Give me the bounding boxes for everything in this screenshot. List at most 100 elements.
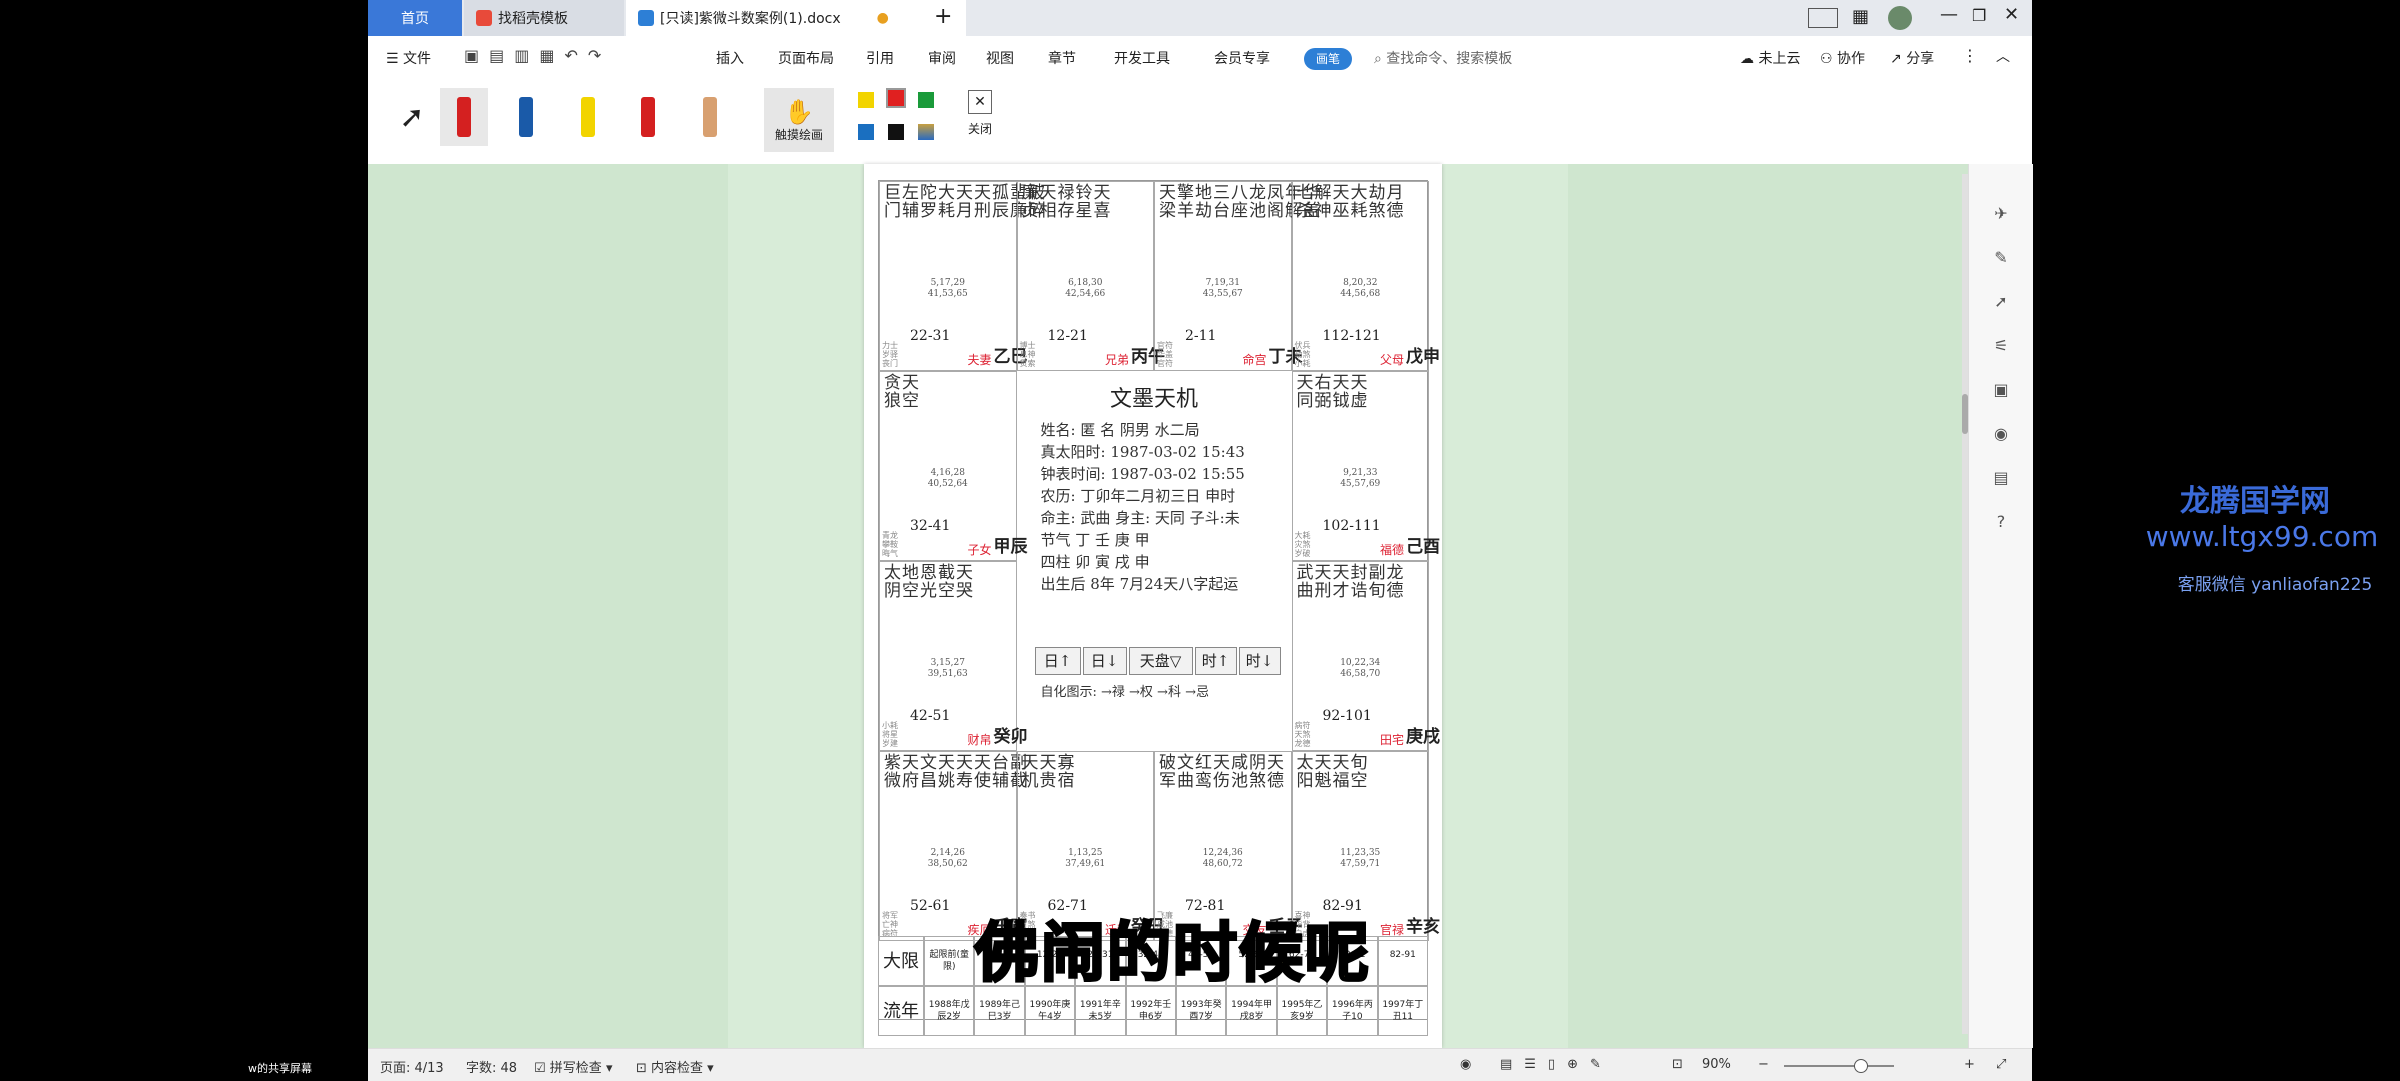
palace-stars: 太天天旬 阳魁福空 <box>1296 753 1369 791</box>
self-transform-legend: 自化图示: →禄 →权 →科 →忌 <box>1040 685 1209 700</box>
menu-review[interactable]: 审阅 <box>928 48 956 68</box>
blue-pen[interactable] <box>502 88 550 146</box>
status-bar: 页面: 4/13 字数: 48 ☑ 拼写检查 ▾ ⊡ 内容检查 ▾ ◉ ▤☰▯⊕… <box>368 1048 2032 1081</box>
palace-cell: 天右天天 同弼钺虚 9,21,33 45,57,69 102-111 己酉 福德 大耗 灾… <box>1291 371 1440 561</box>
red-pen[interactable] <box>624 88 672 146</box>
zoom-out-button[interactable]: − <box>1758 1057 1769 1072</box>
palace-minor-stars: 博士 息神 贯索 <box>1019 341 1036 368</box>
fit-icon[interactable]: ⊡ <box>1672 1057 1683 1072</box>
collapse-icon[interactable]: ︿ <box>1996 46 2010 66</box>
palace-minor-stars: 小耗 将星 岁建 <box>882 721 898 748</box>
palace-cell: 七解天大劫月 杀神巫耗煞德 8,20,32 44,56,68 112-121 戊申 父母… <box>1291 181 1440 371</box>
color-yellow[interactable] <box>858 92 874 108</box>
image-icon[interactable]: ▣ <box>1991 380 2011 400</box>
new-tab-button[interactable]: + <box>934 4 952 29</box>
palace-minor-stars: 大耗 灾煞 岁破 <box>1294 531 1311 558</box>
palace-minor-stars: 将军 亡神 病符 <box>882 911 898 938</box>
quick-access-icons[interactable]: ▣▤▥▦↶↷ <box>464 46 611 65</box>
rocket-icon[interactable]: ✈ <box>1991 204 2011 224</box>
unsaved-dot-icon: ● <box>876 10 889 26</box>
palace-stars: 贪天 狼空 <box>884 373 920 411</box>
content-check[interactable]: ⊡ 内容检查 ▾ <box>636 1057 714 1076</box>
palace-name: 父母 <box>1379 353 1404 367</box>
tab-template[interactable]: 找稻壳模板 <box>464 0 624 36</box>
center-info-line: 四柱 卯 寅 戌 申 <box>1040 553 1150 571</box>
close-pen-toolbar[interactable]: ✕ 关闭 <box>960 90 1000 137</box>
palace-cell: 巨左陀大天天孤蜚破 门辅罗耗月刑辰廉碎 5,17,29 41,53,65 22-31… <box>879 181 1045 371</box>
palace-cycle: 12,24,36 48,60,72 <box>1202 848 1243 869</box>
menu-insert[interactable]: 插入 <box>716 48 744 68</box>
pointer-icon[interactable]: ➚ <box>1991 292 2011 312</box>
menu-dev-tools[interactable]: 开发工具 <box>1114 48 1170 68</box>
tab-home[interactable]: 首页 <box>368 0 462 36</box>
palace-cycle: 9,21,33 45,57,69 <box>1340 468 1381 489</box>
help-icon[interactable]: ? <box>1991 512 2011 532</box>
zoom-in-button[interactable]: + <box>1964 1057 1975 1072</box>
palace-stars: 天右天天 同弼钺虚 <box>1296 373 1369 411</box>
close-window-icon[interactable]: ✕ <box>2004 4 2019 25</box>
adjust-icon[interactable]: ⚟ <box>1991 336 2011 356</box>
yellow-highlighter[interactable] <box>564 88 612 146</box>
daxian-row-label: 流年 <box>878 986 924 1036</box>
palace-range: 42-51 <box>910 708 951 724</box>
avatar[interactable] <box>1888 6 1912 30</box>
eraser-pen[interactable] <box>686 88 734 146</box>
select-cursor-icon[interactable]: ➚ <box>388 88 436 146</box>
color-blue[interactable] <box>858 124 874 140</box>
ziwei-chart: 巨左陀大天天孤蜚破 门辅罗耗月刑辰廉碎 5,17,29 41,53,65 22-31… <box>878 180 1440 1020</box>
menu-view[interactable]: 视图 <box>986 48 1014 68</box>
touch-draw-button[interactable]: ✋ 触摸绘画 <box>764 88 834 152</box>
menu-chapter[interactable]: 章节 <box>1048 48 1076 68</box>
tab-document[interactable]: [只读]紫微斗数案例(1).docx ● <box>626 0 966 36</box>
location-icon[interactable]: ◉ <box>1991 424 2011 444</box>
zoom-slider[interactable] <box>1784 1059 1894 1073</box>
fullscreen-icon[interactable]: ⤢ <box>1996 1057 2006 1072</box>
palace-cycle: 6,18,30 42,54,66 <box>1065 278 1106 299</box>
collab-button[interactable]: ⚇ 协作 <box>1820 48 1865 68</box>
red-marker-pen[interactable] <box>440 88 488 146</box>
chart-nav-button[interactable]: 时↓ <box>1238 647 1281 675</box>
book-icon[interactable]: ▤ <box>1991 468 2011 488</box>
color-green[interactable] <box>918 92 934 108</box>
palace-cycle: 3,15,27 39,51,63 <box>927 658 968 679</box>
share-button[interactable]: ↗ 分享 <box>1890 48 1934 68</box>
color-red[interactable] <box>886 88 906 108</box>
palace-range: 32-41 <box>910 518 951 534</box>
chart-nav-button[interactable]: 日↓ <box>1082 647 1127 675</box>
tab-bar: 首页 找稻壳模板 [只读]紫微斗数案例(1).docx ● + ▦ — ❐ ✕ <box>368 0 2032 36</box>
chart-nav-button[interactable]: 天盘▽ <box>1128 647 1193 675</box>
watermark-contact: 客服微信 yanliaofan225 <box>2177 575 2373 595</box>
daxian-cell: 起限前(童限) <box>924 936 975 986</box>
palace-minor-stars: 官符 华盖 官符 <box>1157 341 1173 368</box>
page-left-shadow <box>728 164 864 1048</box>
chart-nav-button[interactable]: 时↑ <box>1194 647 1237 675</box>
cloud-icon: ☁ <box>1740 51 1754 67</box>
palace-stars: 武天天封副龙 曲刑才诰旬德 <box>1296 563 1405 601</box>
pen-mode-toggle[interactable]: 画笔 <box>1304 48 1352 70</box>
view-icons[interactable]: ▤☰▯⊕✎ <box>1500 1057 1613 1072</box>
layout-icon[interactable] <box>1808 8 1838 28</box>
file-menu[interactable]: ☰ 文件 <box>386 48 431 68</box>
more-icon[interactable]: ⋮ <box>1962 46 1978 65</box>
palace-name: 兄弟 <box>1104 353 1129 367</box>
restore-icon[interactable]: ❐ <box>1972 6 1986 25</box>
apps-grid-icon[interactable]: ▦ <box>1852 6 1869 27</box>
menu-reference[interactable]: 引用 <box>866 48 894 68</box>
center-info-line: 真太阳时: 1987-03-02 15:43 <box>1040 443 1245 461</box>
pen-icon[interactable]: ✎ <box>1991 248 2011 268</box>
palace-name: 福德 <box>1379 543 1404 557</box>
center-info-line: 出生后 8年 7月24天八字起运 <box>1040 575 1239 593</box>
palace-cycle: 7,19,31 43,55,67 <box>1202 278 1243 299</box>
chart-nav-button[interactable]: 日↑ <box>1034 647 1081 675</box>
menu-member[interactable]: 会员专享 <box>1214 48 1270 68</box>
search-command[interactable]: ⌕ 查找命令、搜索模板 <box>1374 48 1512 68</box>
page-count: 页面: 4/13 <box>380 1061 444 1076</box>
palace-minor-stars: 力士 岁驿 丧门 <box>882 341 898 368</box>
eye-icon[interactable]: ◉ <box>1460 1057 1471 1072</box>
spell-check[interactable]: ☑ 拼写检查 ▾ <box>534 1057 612 1076</box>
cloud-status[interactable]: ☁ 未上云 <box>1740 48 1800 68</box>
color-more[interactable] <box>918 124 934 140</box>
menu-layout[interactable]: 页面布局 <box>778 48 834 68</box>
color-black[interactable] <box>888 124 904 140</box>
minimize-icon[interactable]: — <box>1940 4 1958 25</box>
